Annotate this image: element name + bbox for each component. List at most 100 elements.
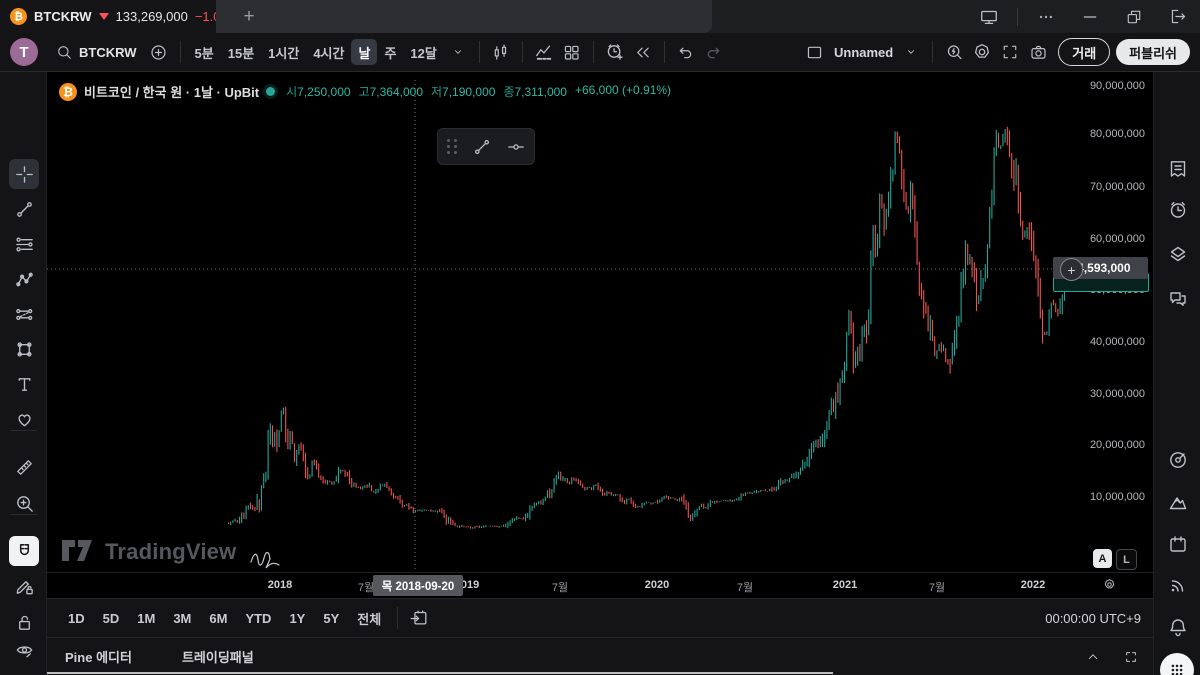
notifications-bell-icon[interactable] (1163, 612, 1193, 642)
alerts-clock-icon[interactable] (1163, 195, 1193, 225)
range-button-1D[interactable]: 1D (59, 611, 94, 626)
alert-plus-icon[interactable] (601, 38, 629, 66)
interval-button-주[interactable]: 주 (377, 39, 403, 65)
apps-grid-icon[interactable] (1160, 653, 1194, 675)
text-tool-button[interactable] (9, 369, 39, 399)
interval-button-15분[interactable]: 15분 (221, 39, 261, 65)
exit-icon[interactable] (1156, 0, 1200, 33)
floating-drawing-toolbar (437, 128, 535, 165)
undo-icon[interactable] (672, 38, 700, 66)
ideas-icon[interactable] (1163, 487, 1193, 517)
legend-value: 저7,190,000 (431, 85, 496, 99)
trend-line-icon[interactable] (465, 132, 499, 162)
range-button-5D[interactable]: 5D (94, 611, 129, 626)
new-tab-button[interactable]: + (236, 4, 262, 30)
quick-search-icon[interactable] (940, 38, 968, 66)
expand-icon[interactable] (1117, 643, 1145, 671)
range-button-5Y[interactable]: 5Y (314, 611, 348, 626)
menu-dots-icon[interactable] (1024, 0, 1068, 33)
symbol-tab[interactable]: ₿ BTCKRW 133,269,000 −1.09% (0, 0, 239, 33)
range-button-YTD[interactable]: YTD (236, 611, 280, 626)
drawing-mode-lock-button[interactable] (9, 571, 39, 601)
log-scale-button[interactable]: L (1116, 549, 1137, 570)
session-clock: 00:00:00 UTC+9 (1045, 610, 1141, 626)
layout-name[interactable]: Unnamed (834, 45, 893, 60)
price-tick-label: 60,000,000 (1089, 233, 1145, 245)
avatar[interactable]: T (10, 38, 38, 66)
tab-pine-editor[interactable]: Pine 에디터 (65, 647, 132, 666)
time-axis-settings-icon[interactable] (1102, 577, 1117, 597)
time-tick-label: 2022 (1020, 579, 1046, 591)
candles-style-icon[interactable] (487, 38, 515, 66)
trend-line-tool-button[interactable] (9, 194, 39, 224)
object-tree-icon[interactable] (1163, 239, 1193, 269)
legend-value: 종7,311,000 (503, 85, 567, 99)
time-axis[interactable]: 2022 7월 2021 7월 2020 7월 2019 7월 2018 목 2018-09-2… (47, 572, 1153, 599)
divider (179, 41, 181, 63)
monitor-icon[interactable] (967, 0, 1011, 33)
fullscreen-icon[interactable] (996, 38, 1024, 66)
range-button-전체[interactable]: 전체 (348, 609, 390, 628)
tab-trading-panel[interactable]: 트레이딩패널 (182, 647, 254, 666)
range-button-1M[interactable]: 1M (128, 611, 164, 626)
publish-button[interactable]: 퍼블리쉬 (1116, 39, 1190, 65)
divider (592, 41, 594, 63)
restore-icon[interactable] (1112, 0, 1156, 33)
legend-ohlc: 시7,250,000 고7,364,000 저7,190,000 종7,311,000… (286, 83, 671, 100)
drag-handle[interactable] (438, 139, 465, 154)
interval-button-5분[interactable]: 5분 (188, 39, 221, 65)
compare-plus-icon[interactable] (145, 38, 173, 66)
chevron-down-icon[interactable] (444, 38, 472, 66)
chat-icon[interactable] (1163, 284, 1193, 314)
chevron-up-icon[interactable] (1079, 643, 1107, 671)
screener-icon[interactable] (1163, 445, 1193, 475)
price-axis[interactable]: 54,593,000 90,000,000 80,000,000 70,000,00… (1053, 72, 1153, 572)
xabcd-pattern-tool-button[interactable] (9, 264, 39, 294)
divider (932, 41, 934, 63)
down-triangle-icon (98, 13, 109, 20)
replay-icon[interactable] (629, 38, 657, 66)
redo-icon[interactable] (700, 38, 728, 66)
magnet-tool-button[interactable] (9, 536, 39, 566)
calendar-icon[interactable] (1163, 529, 1193, 559)
news-feed-icon[interactable] (1163, 570, 1193, 600)
tab-price: 133,269,000 (115, 9, 188, 24)
hide-drawings-button[interactable] (9, 635, 39, 665)
interval-button-12달[interactable]: 12달 (403, 39, 443, 65)
trade-button[interactable]: 거래 (1058, 38, 1111, 66)
watchlist-icon[interactable] (1163, 154, 1193, 184)
divider (521, 41, 523, 63)
indicators-icon[interactable] (530, 38, 558, 66)
range-buttons: 1D 5D 1M 3M 6M YTD 1Y 5Y 전체 (59, 609, 390, 628)
add-alert-plus-icon[interactable]: + (1060, 258, 1083, 281)
interval-button-날[interactable]: 날 (351, 39, 378, 65)
range-button-6M[interactable]: 6M (200, 611, 236, 626)
divider (397, 607, 399, 629)
range-button-1Y[interactable]: 1Y (280, 611, 314, 626)
crosshair-date-label: 목 2018-09-20 (373, 575, 463, 596)
interval-button-1시간[interactable]: 1시간 (261, 39, 306, 65)
panel-resize-handle[interactable] (47, 672, 833, 674)
chart-legend: ₿ 비트코인 / 한국 원 · 1날 · UpBit 시7,250,000 고7,… (59, 82, 671, 101)
market-status-icon (266, 87, 276, 96)
crosshair-tool-button[interactable] (9, 159, 39, 189)
range-button-3M[interactable]: 3M (164, 611, 200, 626)
lock-all-drawings-button[interactable] (9, 607, 39, 637)
settings-gear-icon[interactable] (968, 38, 996, 66)
symbol-search-button[interactable]: BTCKRW (48, 44, 145, 61)
horizontal-line-icon[interactable] (499, 132, 533, 162)
camera-icon[interactable] (1024, 38, 1052, 66)
indicator-templates-icon[interactable] (558, 38, 586, 66)
fib-retracement-tool-button[interactable] (9, 229, 39, 259)
goto-date-button[interactable] (405, 604, 433, 632)
chart-canvas[interactable]: TradingView ₿ 비트코인 / 한국 원 · 1날 · UpBit 시… (47, 72, 1153, 598)
layout-icon[interactable] (800, 38, 828, 66)
projection-tool-button[interactable] (9, 299, 39, 329)
auto-scale-button[interactable]: A (1093, 549, 1112, 568)
chevron-down-icon[interactable] (897, 38, 925, 66)
minimize-icon[interactable] (1068, 0, 1112, 33)
geometric-shapes-tool-button[interactable] (9, 334, 39, 364)
ruler-tool-button[interactable] (9, 452, 39, 482)
price-tick-label: 20,000,000 (1089, 439, 1145, 451)
interval-button-4시간[interactable]: 4시간 (306, 39, 351, 65)
